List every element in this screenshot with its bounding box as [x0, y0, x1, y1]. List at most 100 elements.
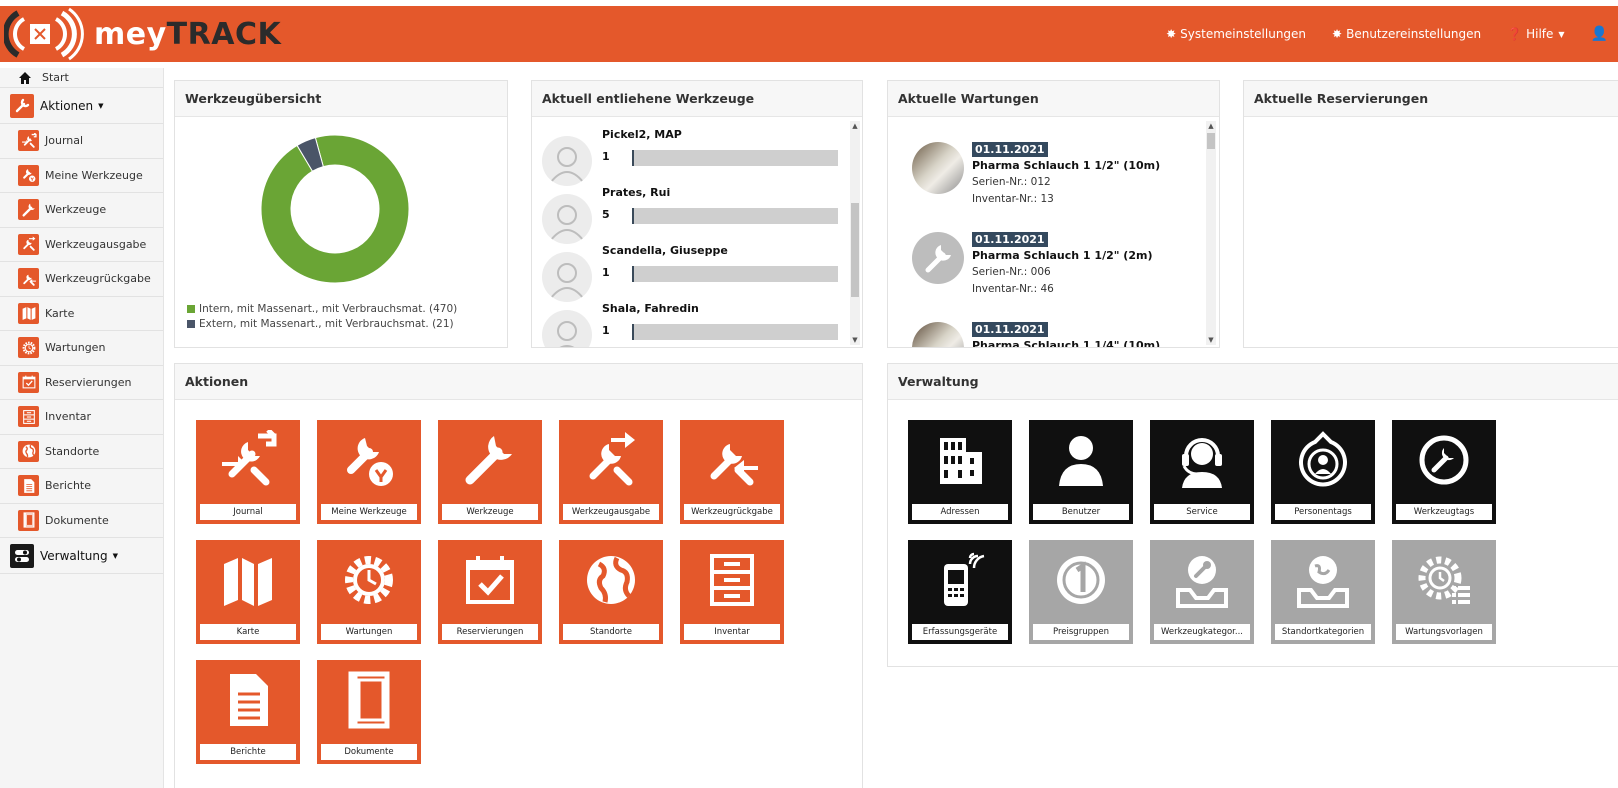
donut-slice-intern[interactable]	[260, 134, 410, 284]
chevron-down-icon: ▼	[98, 101, 104, 110]
admin-tile-standortkategorien[interactable]: Standortkategorien	[1271, 540, 1375, 644]
scroll-up-icon[interactable]: ▲	[1206, 121, 1216, 131]
admin-tile-werkzeugtags[interactable]: Werkzeugtags	[1392, 420, 1496, 524]
list-item[interactable]: Pickel2, MAP 1	[542, 128, 838, 188]
serial-number: Serien-Nr.: 012	[972, 176, 1051, 188]
sidebar-item-standorte[interactable]: Standorte	[0, 435, 163, 469]
list-item[interactable]: 01.11.2021 Pharma Schlauch 1 1/2" (10m) …	[912, 142, 1202, 232]
list-item[interactable]: 01.11.2021 Pharma Schlauch 1 1/2" (2m) S…	[912, 232, 1202, 322]
question-icon: ❓	[1507, 27, 1523, 41]
list-item[interactable]: Prates, Rui 5	[542, 186, 838, 246]
chevron-down-icon: ▼	[112, 551, 119, 560]
sidebar-item-dokumente[interactable]: Dokumente	[0, 504, 163, 538]
logo-mark-icon	[4, 7, 84, 61]
avatar	[542, 310, 592, 347]
sidebar-item-label: Karte	[45, 306, 75, 320]
action-tile-journal[interactable]: Journal	[196, 420, 300, 524]
tile-label: Standortkategorien	[1275, 624, 1371, 640]
sidebar-group-admin[interactable]: Verwaltung ▼	[0, 538, 163, 574]
action-tile-reservierungen[interactable]: Reservierungen	[438, 540, 542, 644]
sidebar-item-reservierungen[interactable]: Reservierungen	[0, 366, 163, 400]
actions-panel: Aktionen Journal Meine Werkzeuge Werkzeuge…	[174, 363, 863, 788]
action-tile-werkzeugausgabe[interactable]: Werkzeugausgabe	[559, 420, 663, 524]
sidebar-item-karte[interactable]: Karte	[0, 297, 163, 331]
tile-label: Inventar	[684, 624, 780, 640]
action-tile-werkzeugrückgabe[interactable]: Werkzeugrückgabe	[680, 420, 784, 524]
sidebar-group-actions[interactable]: Aktionen ▼	[0, 88, 163, 124]
reservations-panel: Aktuelle Reservierungen	[1243, 80, 1618, 348]
tile-label: Berichte	[200, 744, 296, 760]
sidebar-item-label: Wartungen	[45, 341, 106, 355]
admin-tile-preisgruppen[interactable]: Preisgruppen	[1029, 540, 1133, 644]
borrowed-count: 1	[602, 324, 610, 337]
action-tile-meine-werkzeuge[interactable]: Meine Werkzeuge	[317, 420, 421, 524]
tool-return-icon	[18, 268, 39, 290]
admin-tile-adressen[interactable]: Adressen	[908, 420, 1012, 524]
sidebar-item-werkzeuge[interactable]: Werkzeuge	[0, 193, 163, 228]
action-tile-berichte[interactable]: Berichte	[196, 660, 300, 764]
maintenance-tool-name: Pharma Schlauch 1 1/2" (10m)	[972, 159, 1161, 172]
calendar-icon	[18, 371, 39, 393]
admin-tile-erfassungsgeräte[interactable]: Erfassungsgeräte	[908, 540, 1012, 644]
panel-title: Werkzeugübersicht	[175, 81, 507, 117]
sidebar-item-berichte[interactable]: Berichte	[0, 469, 163, 504]
sidebar-item-werkzeugrückgabe[interactable]: Werkzeugrückgabe	[0, 262, 163, 297]
action-tile-karte[interactable]: Karte	[196, 540, 300, 644]
admin-panel: Verwaltung Adressen Benutzer Service Person…	[887, 363, 1618, 667]
app-logo[interactable]: meyTRACK	[4, 7, 281, 61]
tile-label: Journal	[200, 504, 296, 520]
tile-label: Dokumente	[321, 744, 417, 760]
list-item[interactable]: Shala, Fahredin 1	[542, 302, 838, 347]
sidebar-item-start[interactable]: Start	[0, 68, 163, 88]
admin-tile-benutzer[interactable]: Benutzer	[1029, 420, 1133, 524]
action-tile-standorte[interactable]: Standorte	[559, 540, 663, 644]
action-tile-werkzeuge[interactable]: Werkzeuge	[438, 420, 542, 524]
action-tile-wartungen[interactable]: Wartungen	[317, 540, 421, 644]
top-nav: ✸ Systemeinstellungen ✸ Benutzereinstell…	[1166, 6, 1618, 62]
action-tile-inventar[interactable]: Inventar	[680, 540, 784, 644]
tile-label: Wartungen	[321, 624, 417, 640]
maintenance-date: 01.11.2021	[972, 232, 1048, 247]
avatar	[542, 194, 592, 244]
admin-tile-werkzeugkategor[interactable]: Werkzeugkategor...	[1150, 540, 1254, 644]
borrowed-bar	[632, 266, 838, 282]
system-settings-link[interactable]: ✸ Systemeinstellungen	[1166, 27, 1306, 41]
sidebar-item-inventar[interactable]: Inventar	[0, 400, 163, 435]
legend-swatch	[187, 320, 195, 328]
action-tile-dokumente[interactable]: Dokumente	[317, 660, 421, 764]
sidebar-item-wartungen[interactable]: Wartungen	[0, 331, 163, 366]
scroll-up-icon[interactable]: ▲	[850, 121, 860, 131]
home-icon	[19, 71, 31, 84]
avatar	[542, 136, 592, 186]
tile-label: Adressen	[912, 504, 1008, 520]
user-menu[interactable]: 👤	[1591, 26, 1612, 42]
sidebar-item-label: Meine Werkzeuge	[45, 168, 143, 182]
scroll-down-icon[interactable]: ▼	[850, 335, 860, 345]
admin-tile-service[interactable]: Service	[1150, 420, 1254, 524]
list-item[interactable]: Scandella, Giuseppe 1	[542, 244, 838, 304]
help-menu[interactable]: ❓ Hilfe ▼	[1507, 27, 1564, 41]
legend-item: Extern, mit Massenart., mit Verbrauchsma…	[187, 318, 457, 330]
scroll-down-icon[interactable]: ▼	[1206, 335, 1216, 345]
maintenance-date: 01.11.2021	[972, 142, 1048, 157]
admin-tile-wartungsvorlagen[interactable]: Wartungsvorlagen	[1392, 540, 1496, 644]
sidebar-item-werkzeugausgabe[interactable]: Werkzeugausgabe	[0, 228, 163, 262]
sidebar-item-journal[interactable]: Journal	[0, 124, 163, 159]
scroll-thumb[interactable]	[851, 203, 859, 297]
maintenance-list-scrollbar[interactable]: ▲ ▼	[1206, 121, 1216, 345]
tile-label: Standorte	[563, 624, 659, 640]
sidebar-item-meine-werkzeuge[interactable]: Meine Werkzeuge	[0, 159, 163, 193]
scroll-thumb[interactable]	[1207, 133, 1215, 149]
admin-tile-personentags[interactable]: Personentags	[1271, 420, 1375, 524]
tile-label: Meine Werkzeuge	[321, 504, 417, 520]
sidebar-action-list: Journal Meine Werkzeuge Werkzeuge Werkzeuga…	[0, 124, 163, 538]
panel-title: Aktuelle Wartungen	[888, 81, 1219, 117]
maintenance-tool-name: Pharma Schlauch 1 1/2" (2m)	[972, 249, 1153, 262]
tool-overview-donut-chart	[260, 134, 410, 284]
tile-label: Personentags	[1275, 504, 1371, 520]
list-item[interactable]: 01.11.2021 Pharma Schlauch 1 1/4" (10m)	[912, 322, 1202, 347]
app-title: meyTRACK	[94, 16, 282, 52]
user-settings-link[interactable]: ✸ Benutzereinstellungen	[1332, 27, 1481, 41]
chevron-down-icon: ▼	[1558, 29, 1565, 39]
lent-list-scrollbar[interactable]: ▲ ▼	[850, 121, 860, 345]
